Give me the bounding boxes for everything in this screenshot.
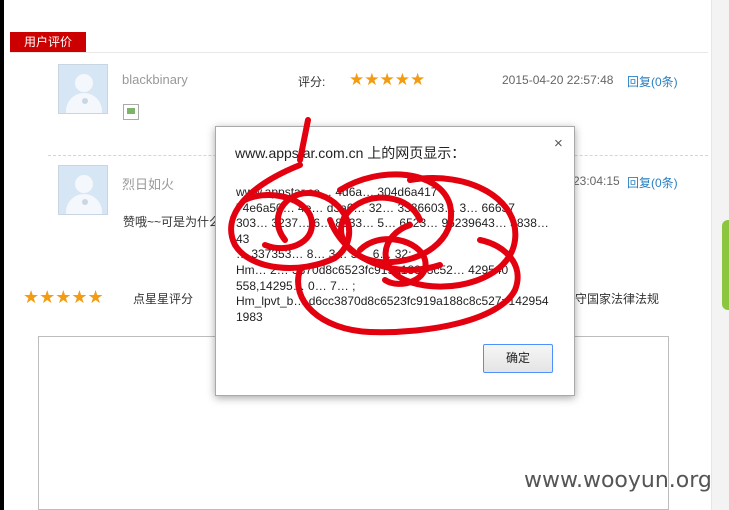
alert-dialog: www.appstar.com.cn 上的网页显示： × www.appstar…	[215, 126, 575, 396]
broken-image-icon	[123, 104, 139, 120]
close-icon[interactable]: ×	[554, 135, 563, 152]
reply-link[interactable]: 回复(0条)	[627, 73, 678, 90]
review-comment: 赞哦~~可是为什么	[123, 215, 222, 229]
dialog-message: www.appstar.co… 4d6a… 304d6a417 74e6a50……	[236, 185, 549, 324]
dialog-title: www.appstar.com.cn 上的网页显示：	[235, 145, 466, 161]
watermark: www.wooyun.org	[524, 468, 712, 493]
rating-label: 评分:	[298, 75, 326, 89]
avatar	[58, 165, 108, 215]
reviews-tab[interactable]: 用户评价	[10, 32, 86, 52]
section-divider	[10, 52, 708, 53]
review-username[interactable]: 烈日如火	[122, 174, 174, 193]
review-username[interactable]: blackbinary	[122, 72, 188, 87]
left-edge-strip	[0, 0, 4, 510]
avatar	[58, 64, 108, 114]
ok-button[interactable]: 确定	[483, 344, 553, 373]
rating-stars-icon: ★★★★★	[349, 70, 426, 89]
review-datetime: 2015-04-20 22:57:48	[502, 73, 614, 87]
rate-stars-input-icon[interactable]: ★★★★★	[23, 287, 104, 308]
review-datetime: 23:04:15	[573, 174, 620, 188]
side-float-button[interactable]	[722, 220, 729, 310]
notice-text: 守国家法律法规	[575, 292, 660, 306]
rate-label: 点星星评分	[133, 292, 194, 306]
reply-link[interactable]: 回复(0条)	[627, 174, 678, 191]
